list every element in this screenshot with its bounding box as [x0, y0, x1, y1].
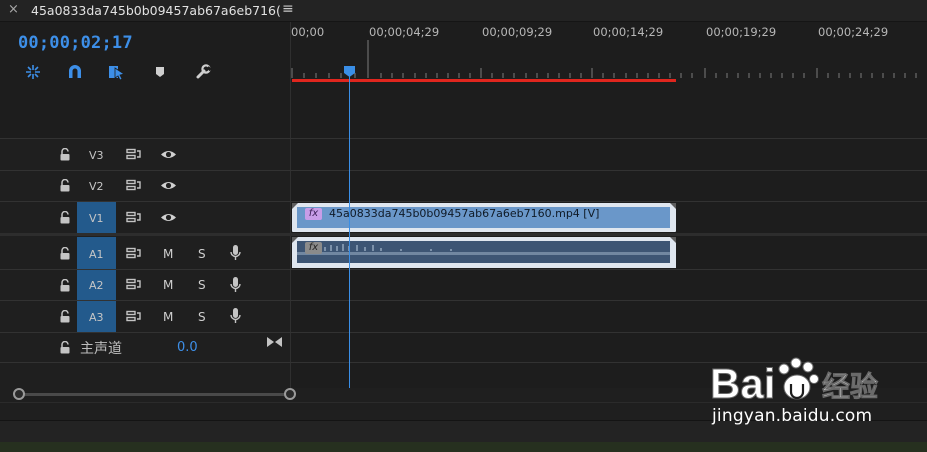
watermark-url: jingyan.baidu.com	[712, 406, 873, 426]
ruler-tick-label: 00;00;04;29	[369, 25, 440, 39]
watermark-brand-cn: 经验	[822, 370, 878, 403]
sequence-tab-title[interactable]: 45a0833da745b0b09457ab67a6eb716(	[31, 3, 281, 18]
clip-corner-marker	[670, 237, 676, 243]
microphone-icon[interactable]	[229, 276, 242, 294]
mute-button[interactable]: M	[163, 247, 173, 261]
solo-button[interactable]: S	[198, 278, 206, 292]
track-label[interactable]: A3	[89, 311, 104, 324]
master-track-label: 主声道	[80, 341, 122, 357]
ruler-tick-label: 00;00;19;29	[706, 25, 777, 39]
video-clip-name: 45a0833da745b0b09457ab67a6eb7160.mp4 [V]	[329, 207, 600, 220]
lock-icon[interactable]	[59, 279, 71, 292]
zoom-handle-right[interactable]	[284, 388, 296, 400]
wrench-icon[interactable]	[193, 62, 213, 82]
ruler-tick-label: 00;00	[291, 25, 325, 39]
sync-lock-icon[interactable]	[126, 179, 143, 192]
eye-icon[interactable]	[160, 149, 177, 160]
clip-corner-marker	[670, 203, 676, 209]
watermark-brand: Bai	[710, 360, 775, 407]
clip-corner-marker	[292, 237, 298, 243]
linked-selection-icon[interactable]	[107, 62, 127, 82]
track-header-v2: V2	[0, 171, 291, 201]
solo-button[interactable]: S	[198, 247, 206, 261]
eye-icon[interactable]	[160, 212, 177, 223]
track-label[interactable]: V3	[89, 149, 104, 162]
playhead-timecode[interactable]: 00;00;02;17	[18, 33, 133, 53]
playhead-line[interactable]	[349, 74, 350, 388]
marker-icon[interactable]	[150, 62, 170, 82]
ruler-tick-label: 00;00;09;29	[482, 25, 553, 39]
zoom-handle-left[interactable]	[13, 388, 25, 400]
lock-icon[interactable]	[59, 211, 71, 224]
snap-insert-icon[interactable]	[23, 62, 43, 82]
lock-icon[interactable]	[59, 148, 71, 161]
solo-button[interactable]: S	[198, 310, 206, 324]
panel-menu-icon[interactable]: ≡	[282, 1, 294, 17]
track-header-v1: V1	[0, 202, 291, 233]
sync-lock-icon[interactable]	[126, 148, 143, 161]
sync-lock-icon[interactable]	[126, 310, 143, 323]
magnet-icon[interactable]	[65, 62, 85, 82]
track-label[interactable]: A2	[89, 279, 104, 292]
fx-badge[interactable]: fx	[305, 242, 322, 254]
status-strip	[0, 442, 927, 452]
track-header-master: 主声道 0.0	[0, 333, 291, 362]
playhead-handle[interactable]	[343, 65, 356, 78]
track-header-a2: A2 M S	[0, 270, 291, 300]
close-icon[interactable]: ×	[8, 2, 19, 17]
track-label[interactable]: A1	[89, 248, 104, 261]
lock-icon[interactable]	[59, 341, 71, 354]
lock-icon[interactable]	[59, 247, 71, 260]
lock-icon[interactable]	[59, 179, 71, 192]
mute-button[interactable]: M	[163, 278, 173, 292]
audio-waveform-peaks	[324, 244, 452, 251]
ruler-tick-label: 00;00;24;29	[818, 25, 889, 39]
eye-icon[interactable]	[160, 180, 177, 191]
microphone-icon[interactable]	[229, 244, 242, 262]
go-to-in-out-icon[interactable]	[266, 336, 283, 348]
track-header-v3: V3	[0, 139, 291, 170]
track-label[interactable]: V1	[89, 212, 104, 225]
video-audio-divider	[0, 233, 927, 236]
clip-corner-marker	[292, 203, 298, 209]
ruler-tick-label: 00;00;14;29	[593, 25, 664, 39]
master-volume-value[interactable]: 0.0	[177, 340, 198, 355]
track-label[interactable]: V2	[89, 180, 104, 193]
zoom-scroll-bar[interactable]	[19, 393, 289, 396]
track-header-a3: A3 M S	[0, 301, 291, 332]
mute-button[interactable]: M	[163, 310, 173, 324]
sync-lock-icon[interactable]	[126, 278, 143, 291]
ruler-ticks	[291, 40, 917, 78]
sync-lock-icon[interactable]	[126, 211, 143, 224]
track-header-a1: A1 M S	[0, 237, 291, 269]
fx-badge[interactable]: fx	[305, 208, 322, 220]
sync-lock-icon[interactable]	[126, 247, 143, 260]
microphone-icon[interactable]	[229, 307, 242, 325]
lock-icon[interactable]	[59, 310, 71, 323]
